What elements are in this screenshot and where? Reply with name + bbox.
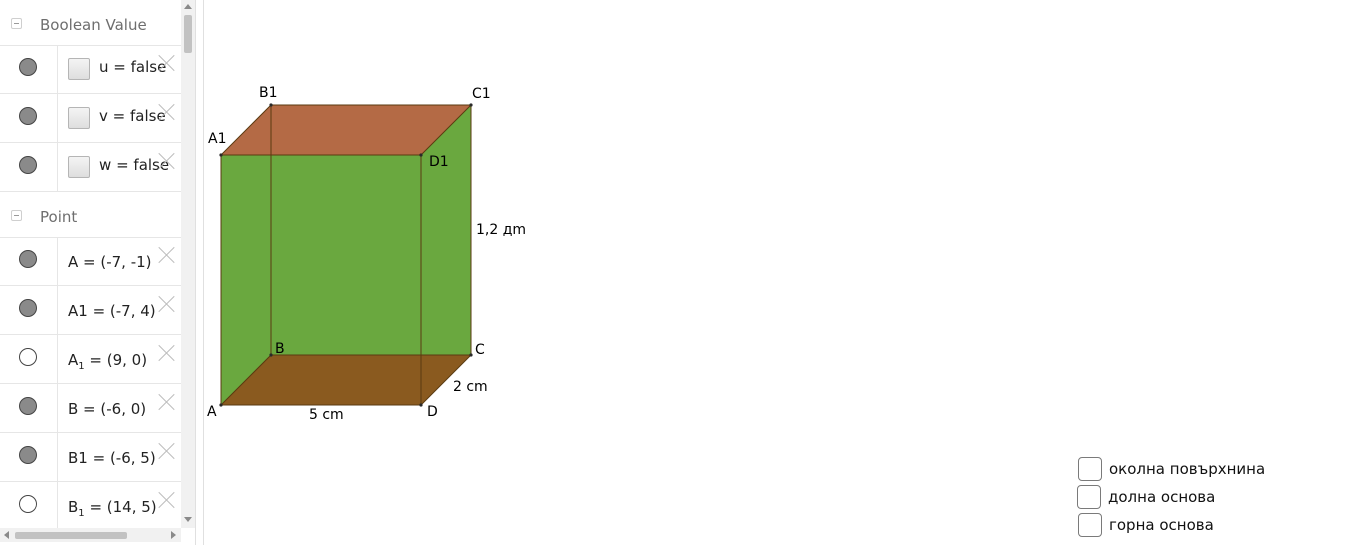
checkbox-box[interactable] <box>1078 513 1102 537</box>
scroll-up-arrow-icon[interactable] <box>184 4 192 9</box>
scroll-down-arrow-icon[interactable] <box>184 517 192 522</box>
visibility-cell <box>0 237 58 285</box>
visibility-toggle-icon[interactable] <box>19 495 37 513</box>
label-B: B <box>275 341 285 357</box>
point-D <box>419 403 423 407</box>
visibility-toggle-icon[interactable] <box>19 156 37 174</box>
point-row-B[interactable]: B = (-6, 0) <box>0 384 181 433</box>
visibility-toggle-icon[interactable] <box>19 446 37 464</box>
delete-icon[interactable] <box>157 102 177 122</box>
visibility-toggle-icon[interactable] <box>19 250 37 268</box>
label-width: 5 cm <box>309 407 344 423</box>
point-B1 <box>269 103 273 107</box>
collapse-icon[interactable] <box>11 210 22 221</box>
label-depth: 2 cm <box>453 379 488 395</box>
visibility-toggle-icon[interactable] <box>19 397 37 415</box>
checkbox-label[interactable]: горна основа <box>1109 516 1214 534</box>
label-height: 1,2 дm <box>476 222 526 238</box>
scroll-thumb[interactable] <box>184 15 192 53</box>
delete-icon[interactable] <box>157 53 177 73</box>
boolean-row-w[interactable]: w = false <box>0 143 181 192</box>
point-expression: B = (-6, 0) <box>68 400 147 418</box>
group-header-point[interactable]: Point <box>0 192 181 238</box>
visibility-cell <box>0 433 58 481</box>
point-expression: B1 = (-6, 5) <box>68 449 156 467</box>
visibility-cell <box>0 286 58 334</box>
scroll-right-arrow-icon[interactable] <box>171 531 176 539</box>
vertical-scrollbar[interactable] <box>181 0 195 528</box>
visibility-toggle-icon[interactable] <box>19 299 37 317</box>
label-D: D <box>427 404 438 420</box>
delete-icon[interactable] <box>157 441 177 461</box>
point-expression: A1 = (-7, 4) <box>68 302 156 320</box>
point-expression: A = (-7, -1) <box>68 253 152 271</box>
horizontal-scrollbar[interactable] <box>0 528 181 542</box>
graphics-view[interactable]: B1 C1 A1 D1 1,2 дm B C 2 cm A D 5 cm око… <box>205 0 1346 545</box>
group-header-boolean-value[interactable]: Boolean Value <box>0 0 181 46</box>
point-A <box>219 403 223 407</box>
visibility-cell <box>0 143 58 191</box>
collapse-icon[interactable] <box>11 18 22 29</box>
delete-icon[interactable] <box>157 245 177 265</box>
scroll-thumb[interactable] <box>15 532 127 539</box>
visibility-cell <box>0 94 58 142</box>
point-A1 <box>219 153 223 157</box>
boolean-checkbox[interactable] <box>68 156 90 178</box>
algebra-view: Boolean Value u = false v = false w = fa… <box>0 0 181 528</box>
point-row-A[interactable]: A = (-7, -1) <box>0 237 181 286</box>
visibility-cell <box>0 482 58 528</box>
visibility-cell <box>0 45 58 93</box>
group-label: Boolean Value <box>40 16 147 34</box>
visibility-cell <box>0 335 58 383</box>
delete-icon[interactable] <box>157 294 177 314</box>
visibility-toggle-icon[interactable] <box>19 348 37 366</box>
delete-icon[interactable] <box>157 151 177 171</box>
point-C1 <box>469 103 473 107</box>
point-expression: B1 = (14, 5) <box>68 498 157 519</box>
boolean-row-v[interactable]: v = false <box>0 94 181 143</box>
point-D1 <box>419 153 423 157</box>
label-C1: C1 <box>472 86 491 102</box>
label-D1: D1 <box>429 154 449 170</box>
checkbox-box[interactable] <box>1077 485 1101 509</box>
point-row-A-sub-1[interactable]: A1 = (9, 0) <box>0 335 181 384</box>
scroll-left-arrow-icon[interactable] <box>4 531 9 539</box>
label-C: C <box>475 342 485 358</box>
visibility-toggle-icon[interactable] <box>19 107 37 125</box>
boolean-expression: v = false <box>99 107 166 125</box>
label-A: A <box>207 404 217 420</box>
delete-icon[interactable] <box>157 343 177 363</box>
label-B1: B1 <box>259 85 278 101</box>
delete-icon[interactable] <box>157 490 177 510</box>
group-label: Point <box>40 208 78 226</box>
delete-icon[interactable] <box>157 392 177 412</box>
boolean-checkbox[interactable] <box>68 107 90 129</box>
boolean-row-u[interactable]: u = false <box>0 45 181 94</box>
point-C <box>469 353 473 357</box>
label-A1: A1 <box>208 131 226 147</box>
point-expression: A1 = (9, 0) <box>68 351 148 372</box>
visibility-toggle-icon[interactable] <box>19 58 37 76</box>
visibility-cell <box>0 384 58 432</box>
point-row-B1[interactable]: B1 = (-6, 5) <box>0 433 181 482</box>
view-splitter[interactable] <box>195 0 204 545</box>
point-B <box>269 353 273 357</box>
point-row-B-sub-1[interactable]: B1 = (14, 5) <box>0 482 181 528</box>
point-row-A1[interactable]: A1 = (-7, 4) <box>0 286 181 335</box>
checkbox-label[interactable]: долна основа <box>1108 488 1215 506</box>
checkbox-box[interactable] <box>1078 457 1102 481</box>
boolean-checkbox[interactable] <box>68 58 90 80</box>
checkbox-label[interactable]: околна повърхнина <box>1109 460 1265 478</box>
